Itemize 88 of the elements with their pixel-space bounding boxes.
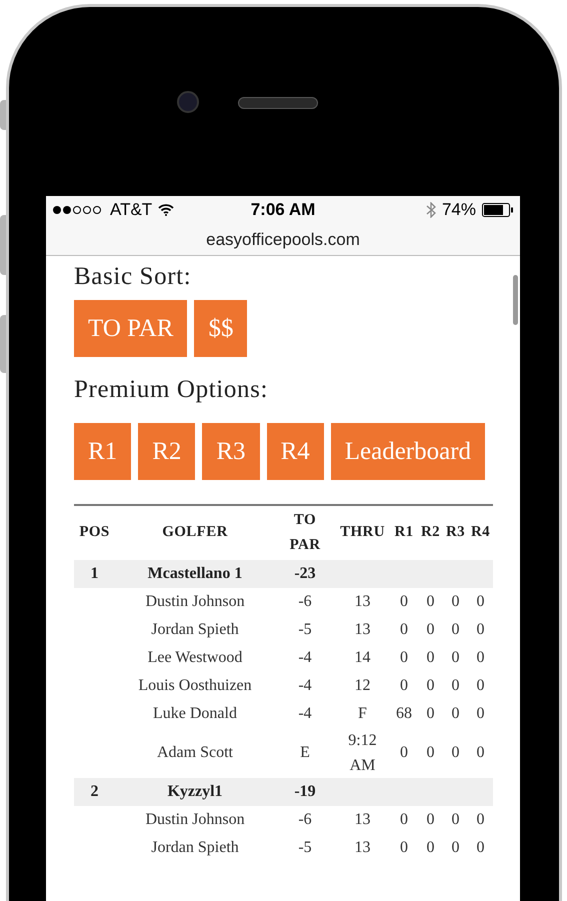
round-score: 0 — [400, 620, 408, 640]
to-par-cell-text: -6 — [298, 592, 312, 612]
column-header: R1 — [394, 523, 414, 542]
bluetooth-icon — [426, 202, 436, 218]
column-header: GOLFER — [162, 523, 228, 542]
battery-percent: 74% — [442, 199, 476, 222]
round-score: 0 — [476, 742, 484, 762]
thru-cell-text: F — [358, 704, 367, 724]
position-cell: 2 — [74, 778, 115, 806]
sort-button[interactable]: R4 — [266, 422, 324, 480]
round-score: 0 — [452, 838, 460, 858]
round-score: 0 — [426, 810, 434, 830]
round-score: 0 — [476, 838, 484, 858]
sort-button[interactable]: $$ — [194, 300, 248, 357]
golfer-name: Dustin Johnson — [145, 592, 245, 612]
sort-button[interactable]: R1 — [74, 422, 132, 480]
sort-button[interactable]: TO PAR — [74, 300, 188, 357]
round-score: 0 — [452, 592, 460, 612]
column-header: THRU — [340, 523, 385, 542]
thru-cell-text: 13 — [354, 592, 370, 612]
golfer-name: Louis Oosthuizen — [138, 676, 252, 696]
team-name: Kyzzyl1 — [115, 778, 275, 806]
clock-time: 7:06 AM — [250, 199, 316, 222]
battery-icon — [482, 203, 514, 217]
round-score: 0 — [426, 676, 434, 696]
column-header: R3 — [446, 523, 466, 542]
sort-button[interactable]: R2 — [138, 422, 196, 480]
carrier-name: AT&T — [110, 199, 152, 222]
round-score: 0 — [426, 648, 434, 668]
column-header: R2 — [420, 523, 440, 542]
section-heading: Basic Sort: — [74, 262, 192, 290]
signal-icon — [52, 205, 104, 215]
round-score: 0 — [452, 648, 460, 668]
section-heading: Premium Options: — [74, 375, 270, 405]
round-score: 0 — [452, 810, 460, 830]
round-score: 0 — [426, 592, 434, 612]
round-score: 0 — [476, 676, 484, 696]
round-score: 0 — [400, 676, 408, 696]
to-par-cell-text: -4 — [298, 676, 312, 696]
round-score: 0 — [452, 742, 460, 762]
position-cell: 1 — [74, 560, 115, 588]
round-score: 0 — [400, 810, 408, 830]
golfer-name: Luke Donald — [153, 704, 237, 724]
thru-cell-text: 13 — [354, 620, 370, 640]
column-header: TO PAR — [290, 510, 320, 554]
to-par-cell-text: -5 — [298, 838, 312, 858]
to-par-cell-text: -5 — [298, 620, 312, 640]
thru-cell-text: 13 — [354, 838, 370, 858]
to-par-cell-text: E — [300, 742, 310, 762]
round-score: 0 — [476, 648, 484, 668]
round-score: 0 — [400, 648, 408, 668]
round-score: 0 — [426, 620, 434, 640]
to-par-cell: -23 — [275, 560, 335, 588]
address-url[interactable]: easyofficepools.com — [206, 226, 360, 252]
scrollbar — [513, 275, 518, 325]
round-score: 0 — [452, 704, 460, 724]
golfer-name: Jordan Spieth — [151, 838, 239, 858]
thru-cell-text: 14 — [354, 648, 370, 668]
thru-cell-text: 9:12 AM — [348, 730, 377, 776]
thru-cell-text: 13 — [354, 810, 370, 830]
column-header: POS — [79, 523, 110, 542]
to-par-cell-text: -4 — [298, 704, 312, 724]
round-score: 0 — [476, 810, 484, 830]
golfer-name: Adam Scott — [157, 742, 233, 762]
round-score: 0 — [452, 676, 460, 696]
round-score: 68 — [396, 704, 412, 724]
sort-button[interactable]: Leaderboard — [330, 422, 486, 480]
round-score: 0 — [400, 838, 408, 858]
golfer-name: Lee Westwood — [148, 648, 242, 668]
golfer-name: Dustin Johnson — [145, 810, 245, 830]
column-header: R4 — [470, 523, 490, 542]
round-score: 0 — [476, 704, 484, 724]
round-score: 0 — [476, 620, 484, 640]
thru-cell-text: 12 — [354, 676, 370, 696]
round-score: 0 — [452, 620, 460, 640]
wifi-icon — [158, 204, 174, 216]
round-score: 0 — [426, 838, 434, 858]
round-score: 0 — [400, 742, 408, 762]
round-score: 0 — [476, 592, 484, 612]
to-par-cell: -19 — [275, 778, 335, 806]
golfer-name: Jordan Spieth — [151, 620, 239, 640]
round-score: 0 — [426, 742, 434, 762]
sort-button[interactable]: R3 — [202, 422, 260, 480]
to-par-cell-text: -4 — [298, 648, 312, 668]
round-score: 0 — [400, 592, 408, 612]
round-score: 0 — [426, 704, 434, 724]
team-name: Mcastellano 1 — [115, 560, 275, 588]
to-par-cell-text: -6 — [298, 810, 312, 830]
